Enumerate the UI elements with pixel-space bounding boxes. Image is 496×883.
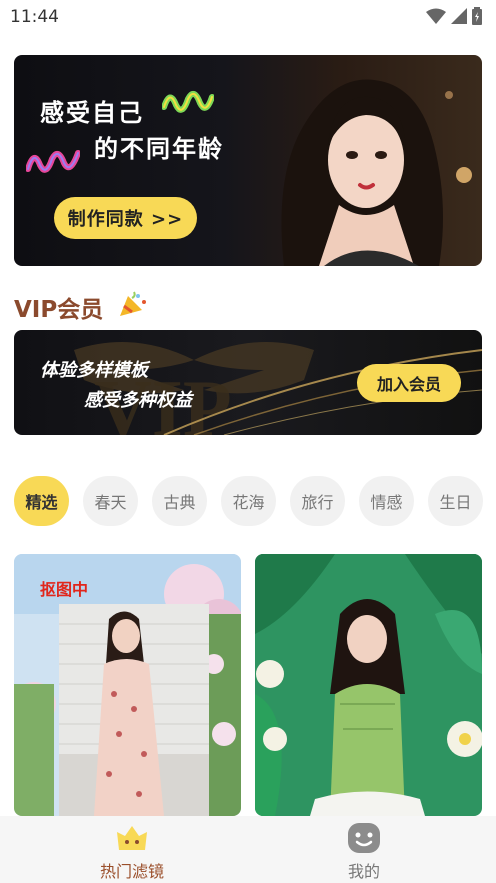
tab-spring[interactable]: 春天 bbox=[83, 476, 138, 526]
tab-flower-sea[interactable]: 花海 bbox=[221, 476, 276, 526]
category-tabs: 精选 春天 古典 花海 旅行 情感 生日 bbox=[14, 476, 496, 526]
banner-headline-2: 的不同年龄 bbox=[94, 135, 224, 163]
crown-icon bbox=[117, 826, 147, 850]
tropical-portrait-image bbox=[255, 554, 482, 816]
wave-decoration-icon bbox=[26, 150, 80, 173]
signal-icon bbox=[451, 8, 467, 24]
make-same-button[interactable]: 制作同款 >> bbox=[54, 197, 197, 239]
vip-slogan-2: 感受多种权益 bbox=[84, 390, 192, 411]
join-vip-button[interactable]: 加入会员 bbox=[357, 364, 461, 402]
promo-banner[interactable]: 感受自己 的不同年龄 制作同款 >> bbox=[14, 55, 482, 266]
vip-banner[interactable]: VIP 体验多样模板 感受多种权益 加入会员 bbox=[14, 330, 482, 435]
tab-featured[interactable]: 精选 bbox=[14, 476, 69, 526]
filter-card[interactable] bbox=[255, 554, 482, 816]
status-time: 11:44 bbox=[10, 7, 59, 27]
status-icons bbox=[426, 7, 482, 25]
tab-emotion[interactable]: 情感 bbox=[359, 476, 414, 526]
tab-birthday[interactable]: 生日 bbox=[428, 476, 483, 526]
tab-travel[interactable]: 旅行 bbox=[290, 476, 345, 526]
vip-section-title: VIP会员 bbox=[14, 297, 104, 323]
wave-decoration-icon bbox=[162, 90, 214, 113]
vip-slogan-1: 体验多样模板 bbox=[40, 360, 148, 381]
smiley-face-icon bbox=[348, 823, 380, 853]
party-popper-icon bbox=[120, 291, 146, 316]
processing-status-label: 抠图中 bbox=[40, 580, 89, 599]
filter-card[interactable]: 抠图中 bbox=[14, 554, 241, 816]
battery-icon bbox=[472, 7, 482, 25]
nav-hot-filters[interactable]: 热门滤镜 bbox=[8, 816, 256, 883]
nav-hot-filters-label: 热门滤镜 bbox=[99, 862, 164, 881]
nav-mine-label: 我的 bbox=[347, 862, 380, 881]
banner-portrait-image bbox=[281, 79, 472, 266]
wifi-icon bbox=[426, 8, 446, 24]
status-bar: 11:44 bbox=[0, 0, 496, 34]
bottom-navigation: 热门滤镜 我的 bbox=[0, 816, 496, 883]
nav-mine[interactable]: 我的 bbox=[240, 816, 488, 883]
tab-classical[interactable]: 古典 bbox=[152, 476, 207, 526]
banner-headline-1: 感受自己 bbox=[40, 99, 144, 127]
